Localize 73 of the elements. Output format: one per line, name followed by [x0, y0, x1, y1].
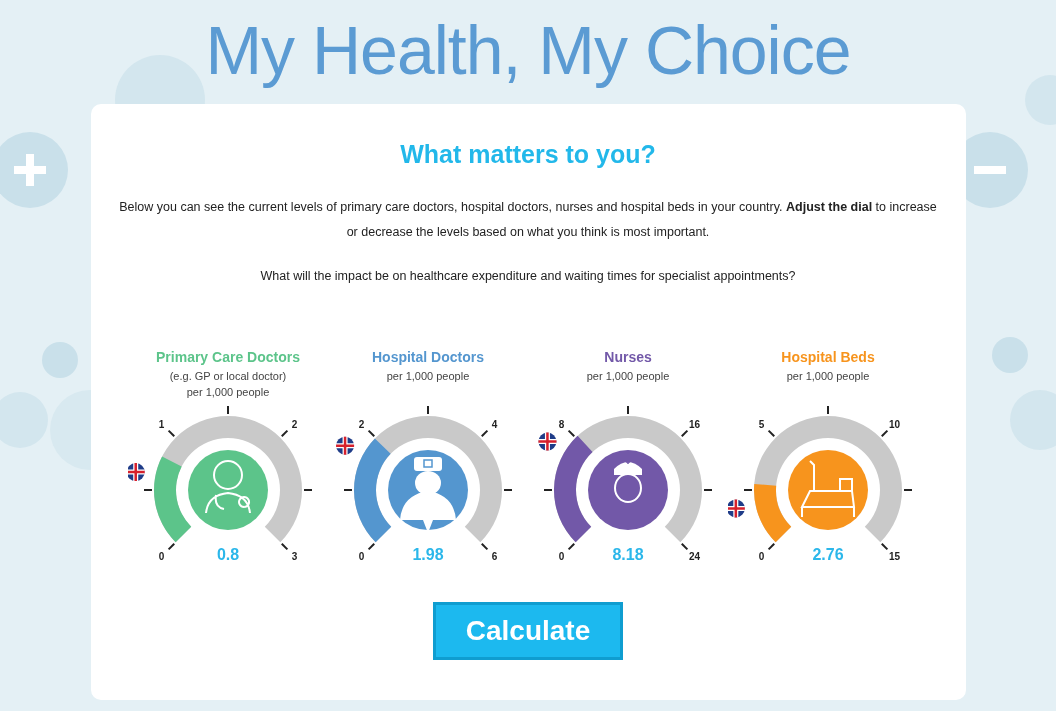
- tick-mark: [167, 542, 176, 551]
- tick-label: 0: [758, 551, 765, 563]
- tick-mark: [827, 405, 829, 415]
- dial-title: Primary Care Doctors: [156, 349, 300, 365]
- tick-mark: [680, 429, 689, 438]
- tick-mark: [880, 429, 889, 438]
- tick-mark: [480, 542, 489, 551]
- tick-label: 24: [688, 551, 701, 563]
- calculate-button[interactable]: Calculate: [433, 602, 623, 660]
- tick-label: 8: [558, 418, 565, 430]
- tick-mark: [343, 489, 353, 491]
- tick-mark: [503, 489, 513, 491]
- tick-mark: [880, 542, 889, 551]
- tick-mark: [427, 405, 429, 415]
- question-text: What will the impact be on healthcare expenditure and waiting times for specialist appointments?: [260, 269, 796, 283]
- tick-mark: [567, 429, 576, 438]
- flag-icon: [333, 434, 357, 458]
- tick-mark: [480, 429, 489, 438]
- flag-icon: [728, 496, 748, 520]
- tick-label: 6: [491, 551, 498, 563]
- tick-label: 0: [358, 551, 365, 563]
- dial-unit: per 1,000 people: [186, 386, 270, 398]
- tick-mark: [367, 542, 376, 551]
- tick-mark: [280, 429, 289, 438]
- tick-label: 16: [688, 418, 701, 430]
- tick-mark: [703, 489, 713, 491]
- flag-icon: [535, 430, 559, 454]
- tick-mark: [280, 542, 289, 551]
- bubble-icon: [992, 337, 1028, 373]
- tick-mark: [227, 405, 229, 415]
- tick-label: 0: [158, 551, 165, 563]
- tick-label: 0: [558, 551, 565, 563]
- tick-mark: [767, 542, 776, 551]
- tick-mark: [167, 429, 176, 438]
- tick-label: 2: [358, 418, 365, 430]
- page-title: My Health, My Choice: [205, 11, 851, 90]
- tick-label: 15: [888, 551, 901, 563]
- person-icon: [614, 459, 642, 503]
- section-heading: What matters to you?: [400, 140, 656, 169]
- tick-mark: [903, 489, 913, 491]
- tick-mark: [567, 542, 576, 551]
- tick-label: 3: [291, 551, 298, 563]
- tick-label: 10: [888, 418, 901, 430]
- dial-note: (e.g. GP or local doctor): [169, 370, 287, 382]
- tick-label: 5: [758, 418, 765, 430]
- intro-text: Below you can see the current levels of primary care doctors, hospital doctors, nurses and hospital beds in your country. Adjust the dial to increase or decrease the levels based on what you think is most important.: [118, 199, 938, 241]
- tick-mark: [143, 489, 153, 491]
- tick-mark: [627, 405, 629, 415]
- tick-label: 2: [291, 418, 298, 430]
- dial-value: 8.18: [612, 546, 644, 563]
- tick-mark: [767, 429, 776, 438]
- dial-value: 1.98: [412, 546, 444, 563]
- plus-bubble-icon: [0, 132, 68, 208]
- dial-title: Nurses: [604, 349, 652, 365]
- flag-icon: [128, 460, 148, 484]
- tick-mark: [543, 489, 553, 491]
- person-icon: [400, 457, 456, 533]
- dial-unit: per 1,000 people: [386, 370, 470, 382]
- tick-mark: [303, 489, 313, 491]
- tick-mark: [367, 429, 376, 438]
- tick-label: 4: [491, 418, 498, 430]
- tick-mark: [680, 542, 689, 551]
- person-icon: [205, 460, 251, 514]
- bed-icon: [801, 460, 855, 518]
- dial-unit: per 1,000 people: [786, 370, 870, 382]
- tick-label: 1: [158, 418, 165, 430]
- dial-value: 0.8: [216, 546, 240, 563]
- dial-title: Hospital Doctors: [372, 349, 484, 365]
- dial-unit: per 1,000 people: [586, 370, 670, 382]
- bubble-icon: [42, 342, 78, 378]
- dial-title: Hospital Beds: [781, 349, 875, 365]
- tick-mark: [743, 489, 753, 491]
- dial-value: 2.76: [812, 546, 844, 563]
